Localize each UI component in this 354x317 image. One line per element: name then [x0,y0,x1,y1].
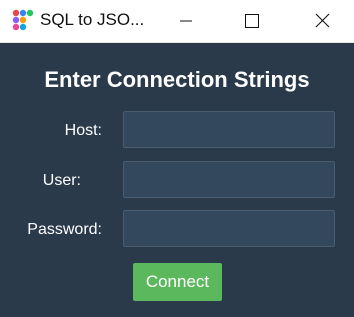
host-label: Host: [64,122,102,139]
app-icon [11,9,35,33]
form-heading: Enter Connection Strings [44,67,310,92]
host-input[interactable] [123,111,335,148]
password-input[interactable] [123,210,335,247]
minimize-button[interactable] [162,0,208,42]
connect-button[interactable]: Connect [133,263,222,301]
close-button[interactable] [299,0,345,42]
maximize-icon [245,14,259,28]
window-title: SQL to JSO... [40,10,145,29]
password-label: Password: [27,221,102,238]
user-label: User: [42,172,81,189]
minimize-icon [180,20,192,22]
user-input[interactable] [123,161,335,198]
title-bar: SQL to JSO... [0,0,354,43]
connection-form-panel: Enter Connection Strings Host: User: Pas… [0,43,354,317]
maximize-button[interactable] [230,0,276,42]
close-icon [315,13,330,28]
